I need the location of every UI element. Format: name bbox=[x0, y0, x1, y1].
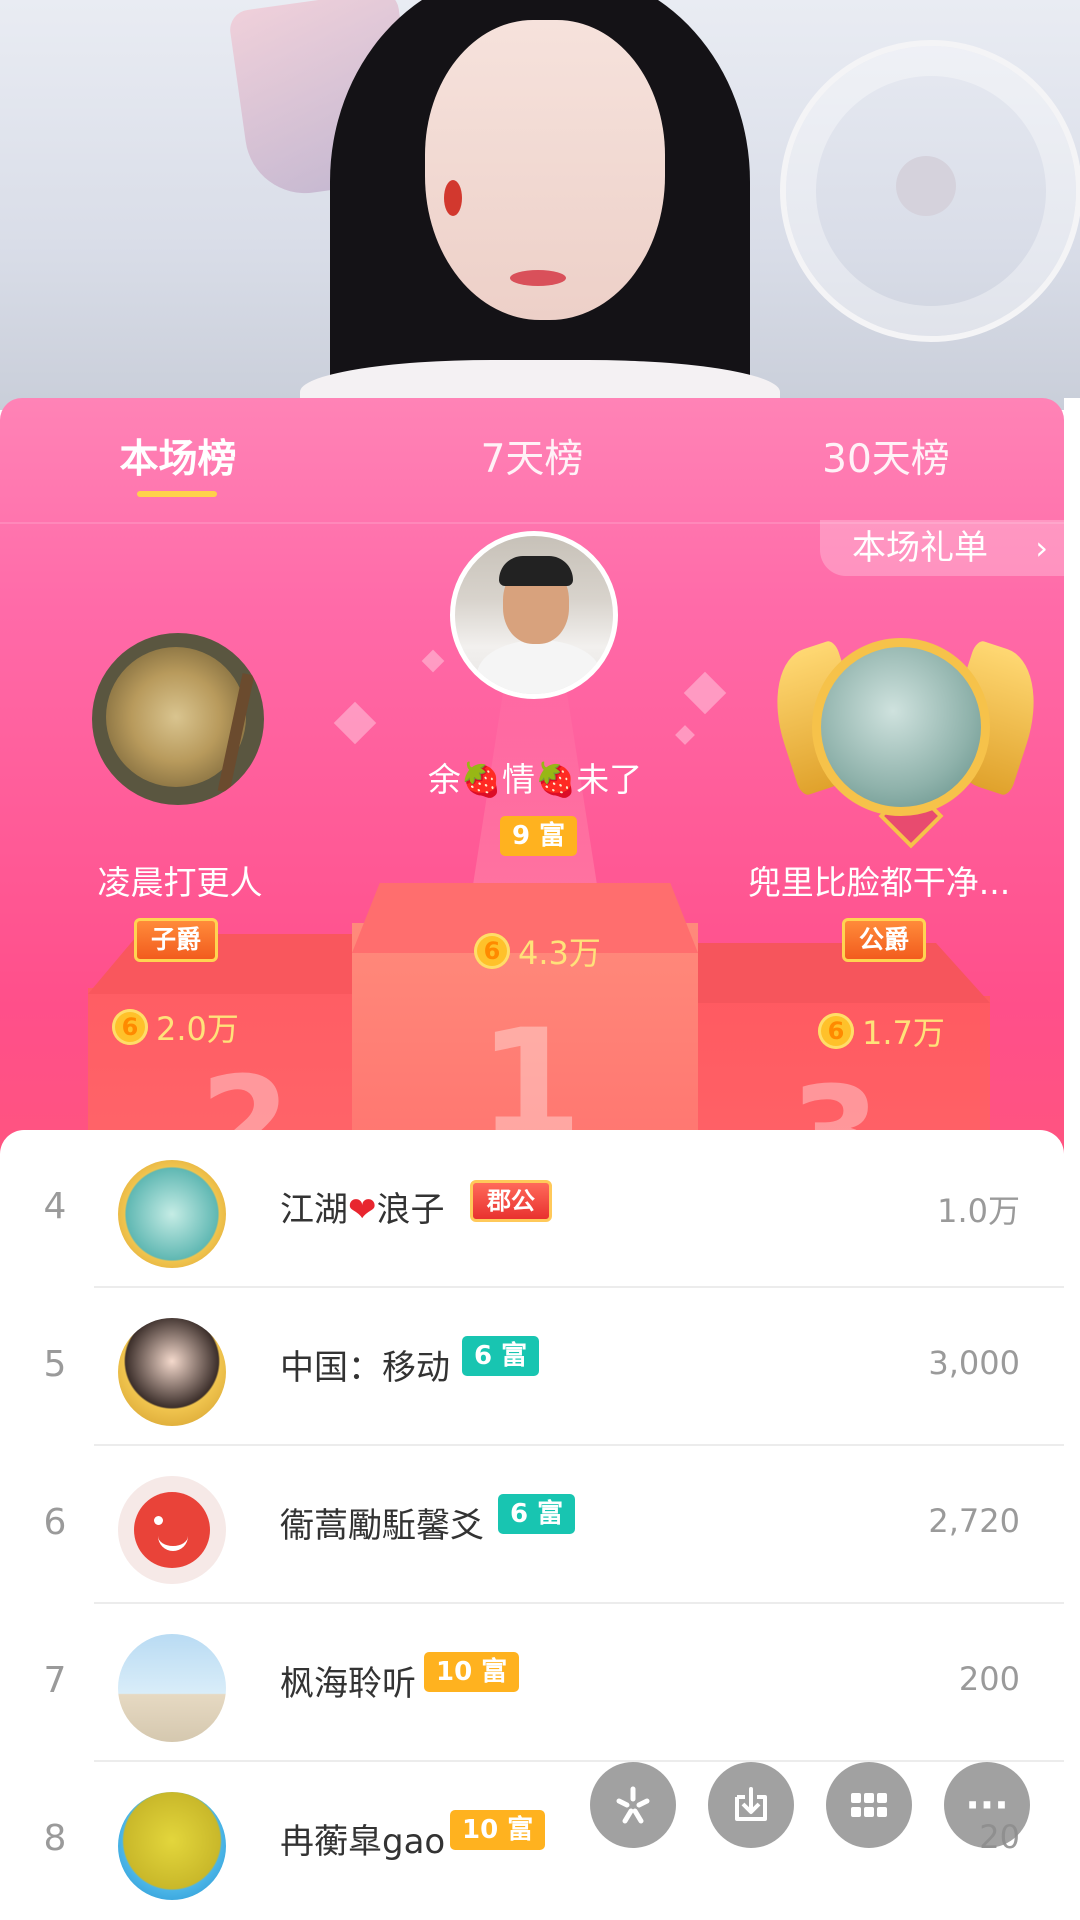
rich-badge: 6 富 bbox=[498, 1494, 576, 1534]
ranking-tabs: 本场榜 7天榜 30天榜 bbox=[0, 398, 1064, 524]
podium-top-2 bbox=[88, 934, 368, 994]
title-badge: 郡公 bbox=[470, 1180, 552, 1222]
user-name: 冉蘅皐gao bbox=[280, 1822, 446, 1862]
podium-top-3 bbox=[690, 943, 990, 1003]
user-name: 中国：移动 bbox=[280, 1348, 450, 1388]
coin-icon: 6 bbox=[112, 1009, 148, 1045]
avatar[interactable] bbox=[118, 1634, 226, 1742]
rank-number: 6 bbox=[43, 1502, 67, 1543]
more-icon: ··· bbox=[965, 1783, 1009, 1827]
user-name-part: 浪子 bbox=[376, 1190, 445, 1230]
avatar[interactable] bbox=[118, 1160, 226, 1268]
live-video-feed[interactable] bbox=[0, 0, 1080, 410]
rank-3-coins: 6 1.7万 bbox=[818, 1008, 945, 1054]
grid-button[interactable] bbox=[826, 1762, 912, 1848]
rank-2-title-label: 子爵 bbox=[151, 925, 202, 954]
rank-2-title-badge: 子爵 bbox=[134, 918, 219, 962]
download-button[interactable] bbox=[708, 1762, 794, 1848]
face-sticker bbox=[444, 180, 462, 216]
rank-2-coin-value: 2.0万 bbox=[156, 1010, 239, 1048]
sparkle-decoration bbox=[683, 671, 727, 715]
heart-icon: ❤ bbox=[348, 1190, 377, 1230]
rank-3-name[interactable]: 兜里比脸都干净... bbox=[744, 856, 1014, 904]
fan-background bbox=[780, 40, 1080, 342]
contribution-amount: 200 bbox=[958, 1660, 1020, 1698]
contribution-amount: 1.0万 bbox=[937, 1192, 1020, 1230]
rank-2-name[interactable]: 凌晨打更人 bbox=[60, 856, 300, 904]
user-name-part: 江湖 bbox=[280, 1190, 348, 1230]
rank-number: 7 bbox=[43, 1660, 67, 1701]
tab-7-days[interactable]: 7天榜 bbox=[402, 428, 662, 484]
sparkle-icon bbox=[616, 1786, 650, 1824]
tab-current-show[interactable]: 本场榜 bbox=[48, 428, 308, 484]
avatar[interactable] bbox=[118, 1792, 226, 1900]
rank-1-rich-badge: 9 富 bbox=[500, 816, 578, 856]
chevron-right-icon: › bbox=[1035, 529, 1048, 567]
rank-2-avatar[interactable] bbox=[92, 633, 264, 805]
gift-list-button[interactable]: 本场礼单 › bbox=[820, 520, 1064, 576]
rank-number: 4 bbox=[43, 1186, 67, 1227]
sparkle-decoration bbox=[421, 649, 445, 673]
streamer-lips bbox=[510, 270, 566, 286]
avatar[interactable] bbox=[118, 1476, 226, 1584]
smiley-icon bbox=[134, 1492, 210, 1568]
rank-number: 8 bbox=[43, 1818, 67, 1859]
rich-badge: 10 富 bbox=[450, 1810, 546, 1850]
rank-1-avatar[interactable] bbox=[450, 531, 618, 699]
rank-3-title-label: 公爵 bbox=[859, 925, 910, 954]
list-item[interactable]: 6 衞蒿勵駈馨爻 6 富 2,720 bbox=[0, 1446, 1064, 1604]
rank-1-coin-value: 4.3万 bbox=[518, 934, 601, 972]
more-button[interactable]: ··· bbox=[944, 1762, 1030, 1848]
user-name: 江湖❤浪子 bbox=[280, 1182, 445, 1231]
user-name: 衞蒿勵駈馨爻 bbox=[280, 1506, 484, 1546]
user-name: 枫海聆听 bbox=[280, 1664, 416, 1704]
list-item[interactable]: 5 中国：移动 6 富 3,000 bbox=[0, 1288, 1064, 1446]
sparkle-decoration bbox=[333, 701, 377, 745]
rank-1-coins: 6 4.3万 bbox=[474, 928, 601, 974]
rank-3-title-badge: 公爵 bbox=[842, 918, 927, 962]
rank-2-coins: 6 2.0万 bbox=[112, 1004, 239, 1050]
rich-badge: 10 富 bbox=[424, 1652, 520, 1692]
rank-number: 5 bbox=[43, 1344, 67, 1385]
download-icon bbox=[735, 1787, 767, 1821]
coin-icon: 6 bbox=[474, 933, 510, 969]
coin-icon: 6 bbox=[818, 1013, 854, 1049]
list-item[interactable]: 7 枫海聆听 10 富 200 bbox=[0, 1604, 1064, 1762]
tab-indicator bbox=[137, 491, 217, 497]
rank-3-coin-value: 1.7万 bbox=[862, 1014, 945, 1052]
contribution-amount: 3,000 bbox=[928, 1344, 1020, 1382]
tab-30-days[interactable]: 30天榜 bbox=[756, 428, 1016, 484]
sparkle-decoration bbox=[675, 725, 695, 745]
rank-3-avatar[interactable] bbox=[812, 638, 990, 816]
list-item[interactable]: 4 江湖❤浪子 郡公 1.0万 bbox=[0, 1130, 1064, 1288]
gift-list-label: 本场礼单 bbox=[852, 528, 988, 568]
panel-right-gap bbox=[1064, 398, 1080, 1920]
user-photo-hair bbox=[499, 556, 573, 586]
contribution-amount: 2,720 bbox=[928, 1502, 1020, 1540]
grid-icon bbox=[851, 1793, 887, 1817]
avatar[interactable] bbox=[118, 1318, 226, 1426]
rich-badge: 6 富 bbox=[462, 1336, 540, 1376]
rank-1-name[interactable]: 余🍓情🍓未了 bbox=[420, 753, 650, 801]
user-photo-icon bbox=[477, 640, 601, 694]
sparkle-button[interactable] bbox=[590, 1762, 676, 1848]
